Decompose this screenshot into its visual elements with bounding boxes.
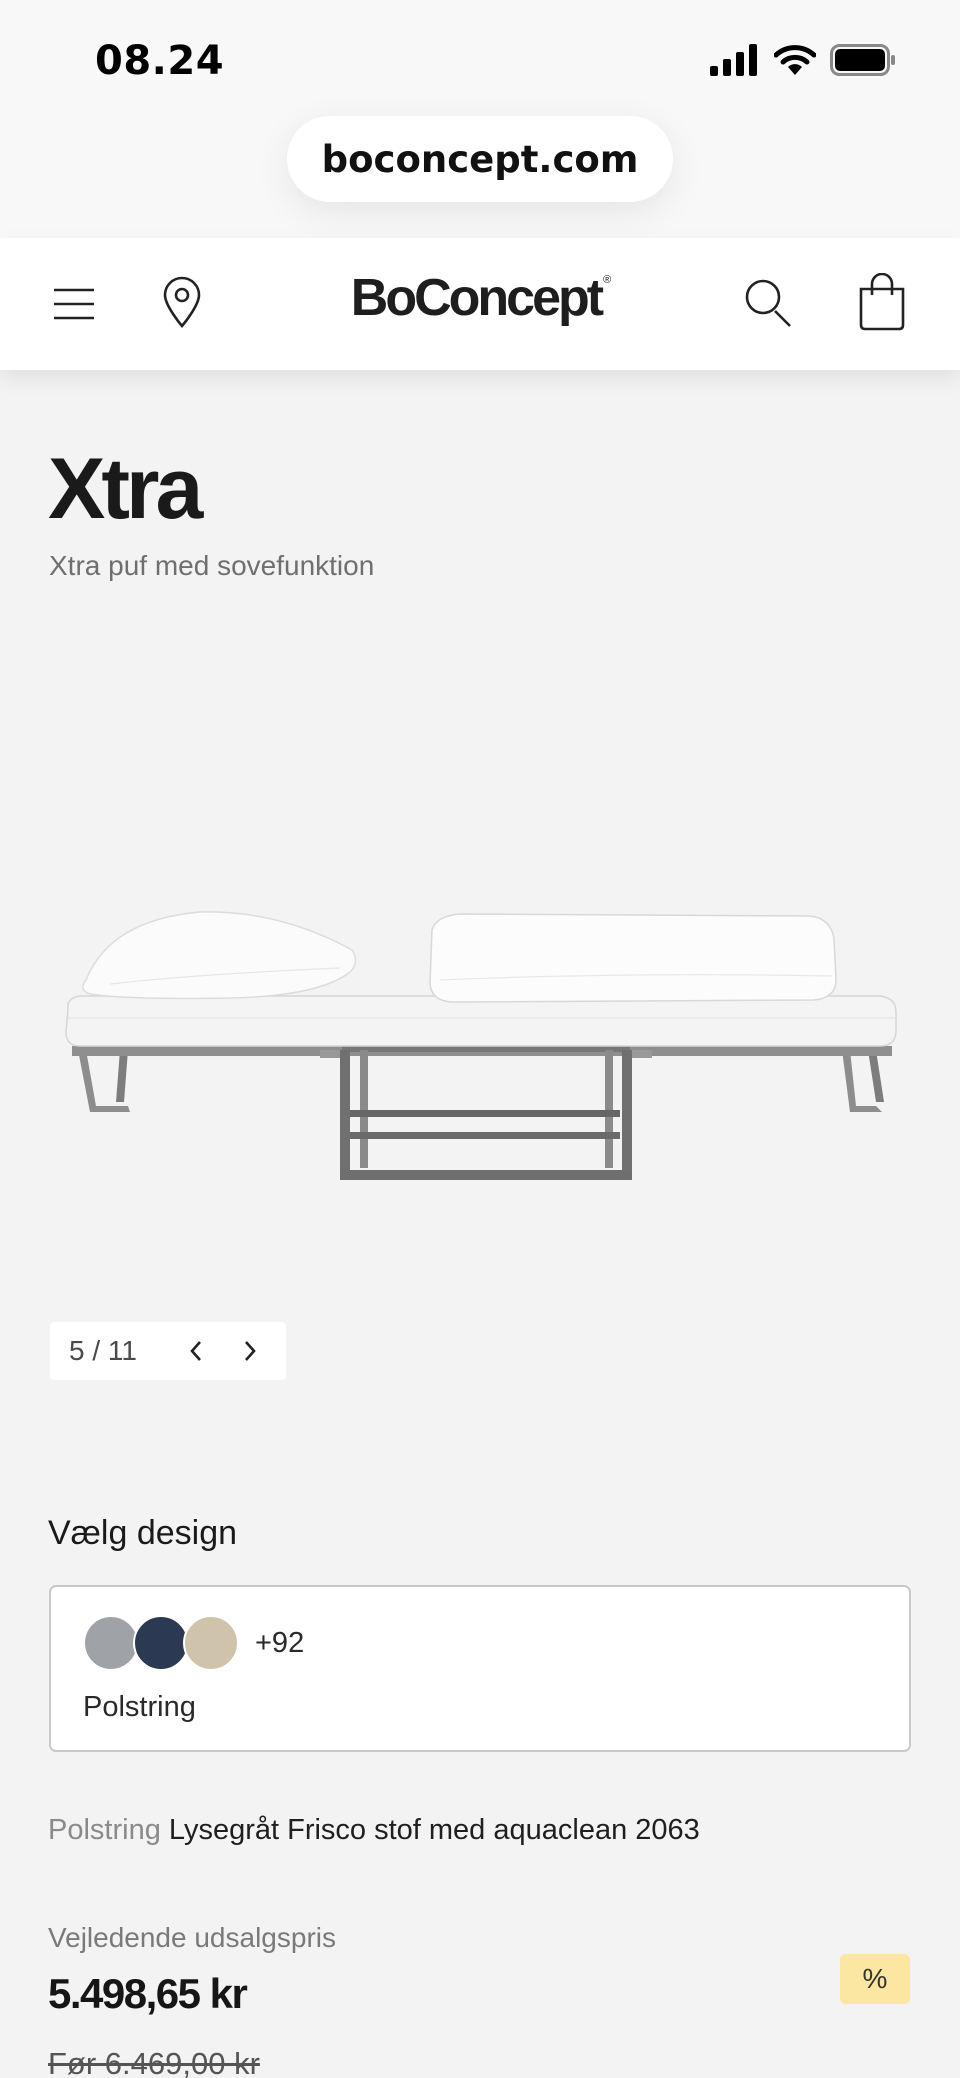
product-title: Xtra <box>48 441 203 537</box>
selected-upholstery-value: Lysegråt Frisco stof med aquaclean 2063 <box>168 1814 700 1846</box>
price-label: Vejledende udsalgspris <box>48 1922 336 1953</box>
cart-button[interactable] <box>854 270 910 334</box>
logo-text: BoConcept <box>350 269 604 327</box>
swatch-dark-blue <box>133 1615 189 1671</box>
shopping-bag-icon <box>859 273 905 331</box>
current-price: 5.498,65 kr <box>48 1970 248 2017</box>
url-text: boconcept.com <box>321 137 639 181</box>
more-swatches-count: +92 <box>255 1626 305 1659</box>
discount-badge: % <box>840 1954 910 2004</box>
brand-logo[interactable]: BoConcept ® <box>0 268 960 328</box>
battery-icon <box>830 44 895 76</box>
cellular-signal-icon <box>710 44 757 76</box>
gallery-counter: 5 / 11 <box>69 1335 137 1366</box>
gallery-next-button[interactable] <box>223 1322 277 1380</box>
design-section-label: Vælg design <box>48 1514 238 1552</box>
product-image[interactable] <box>50 880 910 1200</box>
logo-registered-mark: ® <box>603 274 612 286</box>
gallery-pager: 5 / 11 <box>50 1322 286 1380</box>
swatch-beige <box>183 1615 239 1671</box>
swatch-group: +92 <box>83 1615 304 1671</box>
product-subtitle: Xtra puf med sovefunktion <box>49 550 375 581</box>
wifi-icon <box>774 45 816 75</box>
gallery-previous-button[interactable] <box>169 1322 223 1380</box>
status-time: 08.24 <box>95 38 225 84</box>
design-selector[interactable]: +92 Polstring <box>49 1585 911 1752</box>
browser-chrome: 08.24 boconcept.com <box>0 0 960 238</box>
chevron-right-icon <box>245 1341 256 1361</box>
address-bar[interactable]: boconcept.com <box>287 116 673 202</box>
previous-price: Før 6.469,00 kr <box>48 2046 260 2078</box>
status-icons <box>710 44 896 76</box>
chevron-left-icon <box>190 1341 201 1361</box>
site-header: BoConcept ® <box>0 238 960 370</box>
search-icon <box>745 279 791 327</box>
search-button[interactable] <box>740 274 798 332</box>
design-type-label: Polstring <box>83 1691 196 1723</box>
selected-upholstery: Polstring Lysegråt Frisco stof med aquac… <box>48 1814 700 1847</box>
selected-upholstery-key: Polstring <box>48 1814 161 1846</box>
swatch-light-grey <box>83 1615 139 1671</box>
